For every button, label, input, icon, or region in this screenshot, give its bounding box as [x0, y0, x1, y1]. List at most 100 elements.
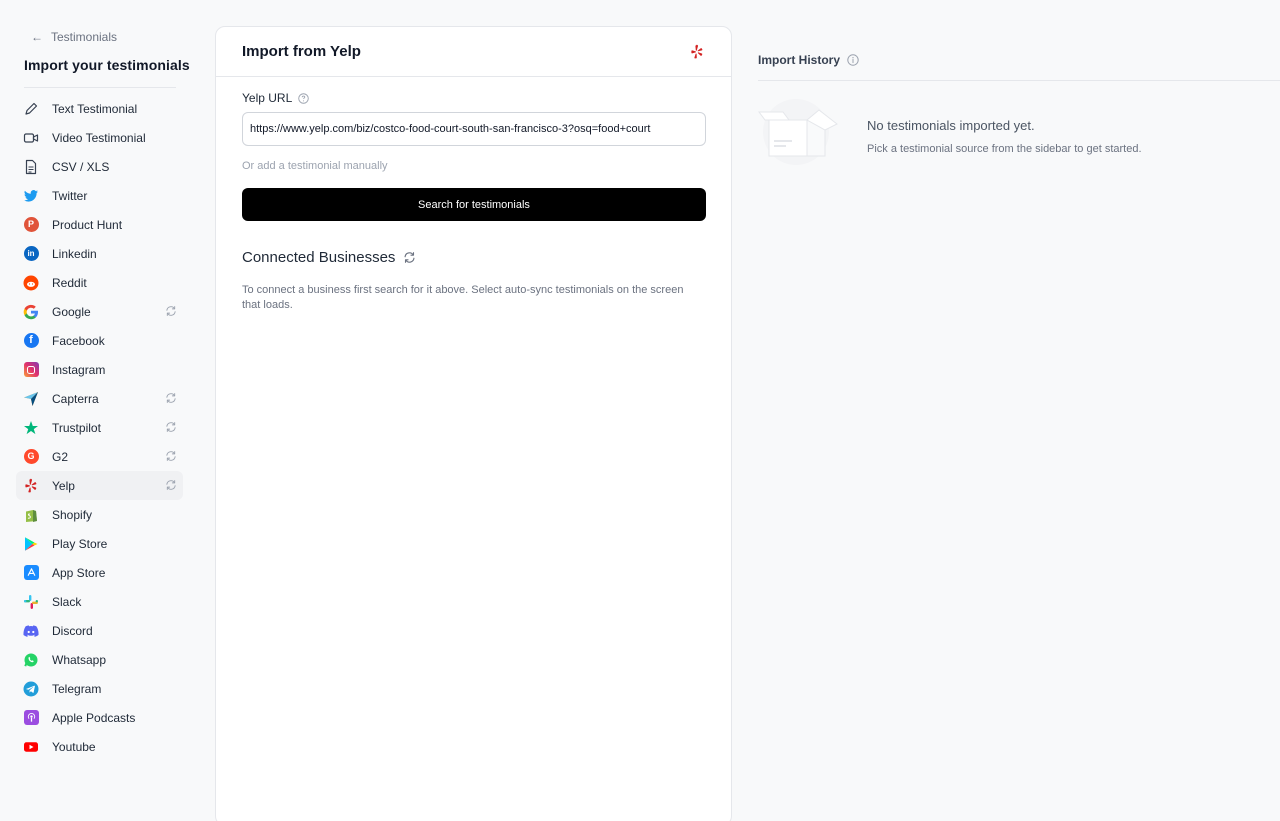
apple-podcasts-icon	[23, 710, 39, 726]
sidebar-item-label: Shopify	[52, 507, 93, 522]
empty-box-illustration	[758, 99, 838, 165]
panel-title: Import from Yelp	[242, 43, 361, 60]
sidebar-item-label: Capterra	[52, 391, 99, 406]
sidebar-item-g2[interactable]: G G2	[16, 442, 183, 471]
sidebar-item-slack[interactable]: Slack	[16, 587, 183, 616]
discord-icon	[23, 623, 39, 639]
yelp-icon	[23, 478, 39, 494]
sidebar-item-play-store[interactable]: Play Store	[16, 529, 183, 558]
sidebar: ← Testimonials Import your testimonials …	[0, 0, 200, 821]
sidebar-item-label: Google	[52, 304, 91, 319]
empty-state-title: No testimonials imported yet.	[867, 118, 1035, 133]
yelp-logo-icon	[691, 44, 703, 58]
sidebar-item-label: Product Hunt	[52, 217, 123, 232]
sidebar-item-label: Instagram	[52, 362, 106, 377]
whatsapp-icon	[23, 652, 39, 668]
sidebar-item-trustpilot[interactable]: Trustpilot	[16, 413, 183, 442]
file-icon	[23, 159, 39, 175]
sidebar-item-label: CSV / XLS	[52, 159, 110, 174]
youtube-icon	[23, 739, 39, 755]
sidebar-item-facebook[interactable]: f Facebook	[16, 326, 183, 355]
add-manually-link[interactable]: Or add a testimonial manually	[242, 160, 388, 172]
sidebar-item-label: Slack	[52, 594, 82, 609]
divider	[758, 80, 1280, 81]
import-history-heading: Import History	[758, 53, 859, 67]
url-label-text: Yelp URL	[242, 91, 293, 105]
back-label: Testimonials	[51, 30, 118, 44]
sidebar-item-yelp[interactable]: Yelp	[16, 471, 183, 500]
instagram-icon	[23, 362, 39, 378]
refresh-icon[interactable]	[403, 251, 416, 264]
sidebar-item-label: Trustpilot	[52, 420, 101, 435]
sidebar-item-file[interactable]: CSV / XLS	[16, 152, 183, 181]
sync-icon	[165, 392, 177, 404]
sidebar-item-telegram[interactable]: Telegram	[16, 674, 183, 703]
capterra-icon	[23, 391, 39, 407]
shopify-icon	[23, 507, 39, 523]
play-store-icon	[23, 536, 39, 552]
reddit-icon	[23, 275, 39, 291]
sidebar-item-youtube[interactable]: Youtube	[16, 732, 183, 761]
connected-title-text: Connected Businesses	[242, 249, 396, 266]
sidebar-item-label: Video Testimonial	[52, 130, 146, 145]
sidebar-item-apple-podcasts[interactable]: Apple Podcasts	[16, 703, 183, 732]
product-hunt-icon: P	[23, 217, 39, 233]
sidebar-item-reddit[interactable]: Reddit	[16, 268, 183, 297]
back-link[interactable]: ← Testimonials	[31, 30, 117, 44]
sidebar-item-label: App Store	[52, 565, 106, 580]
empty-state-description: Pick a testimonial source from the sideb…	[867, 143, 1142, 155]
sidebar-item-video[interactable]: Video Testimonial	[16, 123, 183, 152]
sidebar-item-twitter[interactable]: Twitter	[16, 181, 183, 210]
sync-icon	[165, 305, 177, 317]
sidebar-title: Import your testimonials	[24, 57, 190, 73]
sidebar-item-app-store[interactable]: App Store	[16, 558, 183, 587]
connected-businesses-description: To connect a business first search for i…	[242, 284, 684, 311]
linkedin-icon: in	[23, 246, 39, 262]
history-title-text: Import History	[758, 53, 841, 67]
sidebar-item-instagram[interactable]: Instagram	[16, 355, 183, 384]
sidebar-item-label: Discord	[52, 623, 93, 638]
trustpilot-icon	[23, 420, 39, 436]
sidebar-item-shopify[interactable]: Shopify	[16, 500, 183, 529]
arrow-left-icon: ←	[31, 30, 43, 44]
sidebar-item-label: Reddit	[52, 275, 87, 290]
sidebar-item-label: Play Store	[52, 536, 108, 551]
sidebar-item-label: Linkedin	[52, 246, 97, 261]
source-nav: Text Testimonial Video Testimonial CSV / X…	[16, 94, 183, 761]
sidebar-item-label: Twitter	[52, 188, 88, 203]
divider	[24, 87, 176, 88]
sidebar-item-linkedin[interactable]: in Linkedin	[16, 239, 183, 268]
app-store-icon	[23, 565, 39, 581]
sidebar-item-label: Whatsapp	[52, 652, 107, 667]
sidebar-item-label: Yelp	[52, 478, 75, 493]
sidebar-item-label: Apple Podcasts	[52, 710, 136, 725]
sidebar-item-product-hunt[interactable]: P Product Hunt	[16, 210, 183, 239]
pencil-icon	[23, 101, 39, 117]
sync-icon	[165, 479, 177, 491]
slack-icon	[23, 594, 39, 610]
twitter-icon	[23, 188, 39, 204]
yelp-url-label: Yelp URL	[242, 91, 309, 105]
sidebar-item-label: Telegram	[52, 681, 102, 696]
sidebar-item-capterra[interactable]: Capterra	[16, 384, 183, 413]
info-icon[interactable]	[847, 54, 859, 66]
sync-icon	[165, 421, 177, 433]
search-testimonials-button[interactable]: Search for testimonials	[242, 188, 706, 221]
help-icon[interactable]	[298, 92, 309, 104]
sidebar-item-whatsapp[interactable]: Whatsapp	[16, 645, 183, 674]
google-icon	[23, 304, 39, 320]
g2-icon: G	[23, 449, 39, 465]
yelp-url-input[interactable]	[242, 112, 706, 146]
facebook-icon: f	[23, 333, 39, 349]
sidebar-item-google[interactable]: Google	[16, 297, 183, 326]
import-panel: Import from Yelp Yelp URL Or add a testi…	[215, 26, 732, 821]
connected-businesses-heading: Connected Businesses	[242, 249, 416, 266]
sidebar-item-label: G2	[52, 449, 69, 464]
sidebar-item-label: Youtube	[52, 739, 96, 754]
sidebar-item-pencil[interactable]: Text Testimonial	[16, 94, 183, 123]
telegram-icon	[23, 681, 39, 697]
sidebar-item-label: Text Testimonial	[52, 101, 138, 116]
sidebar-item-discord[interactable]: Discord	[16, 616, 183, 645]
sync-icon	[165, 450, 177, 462]
panel-header: Import from Yelp	[216, 27, 731, 77]
